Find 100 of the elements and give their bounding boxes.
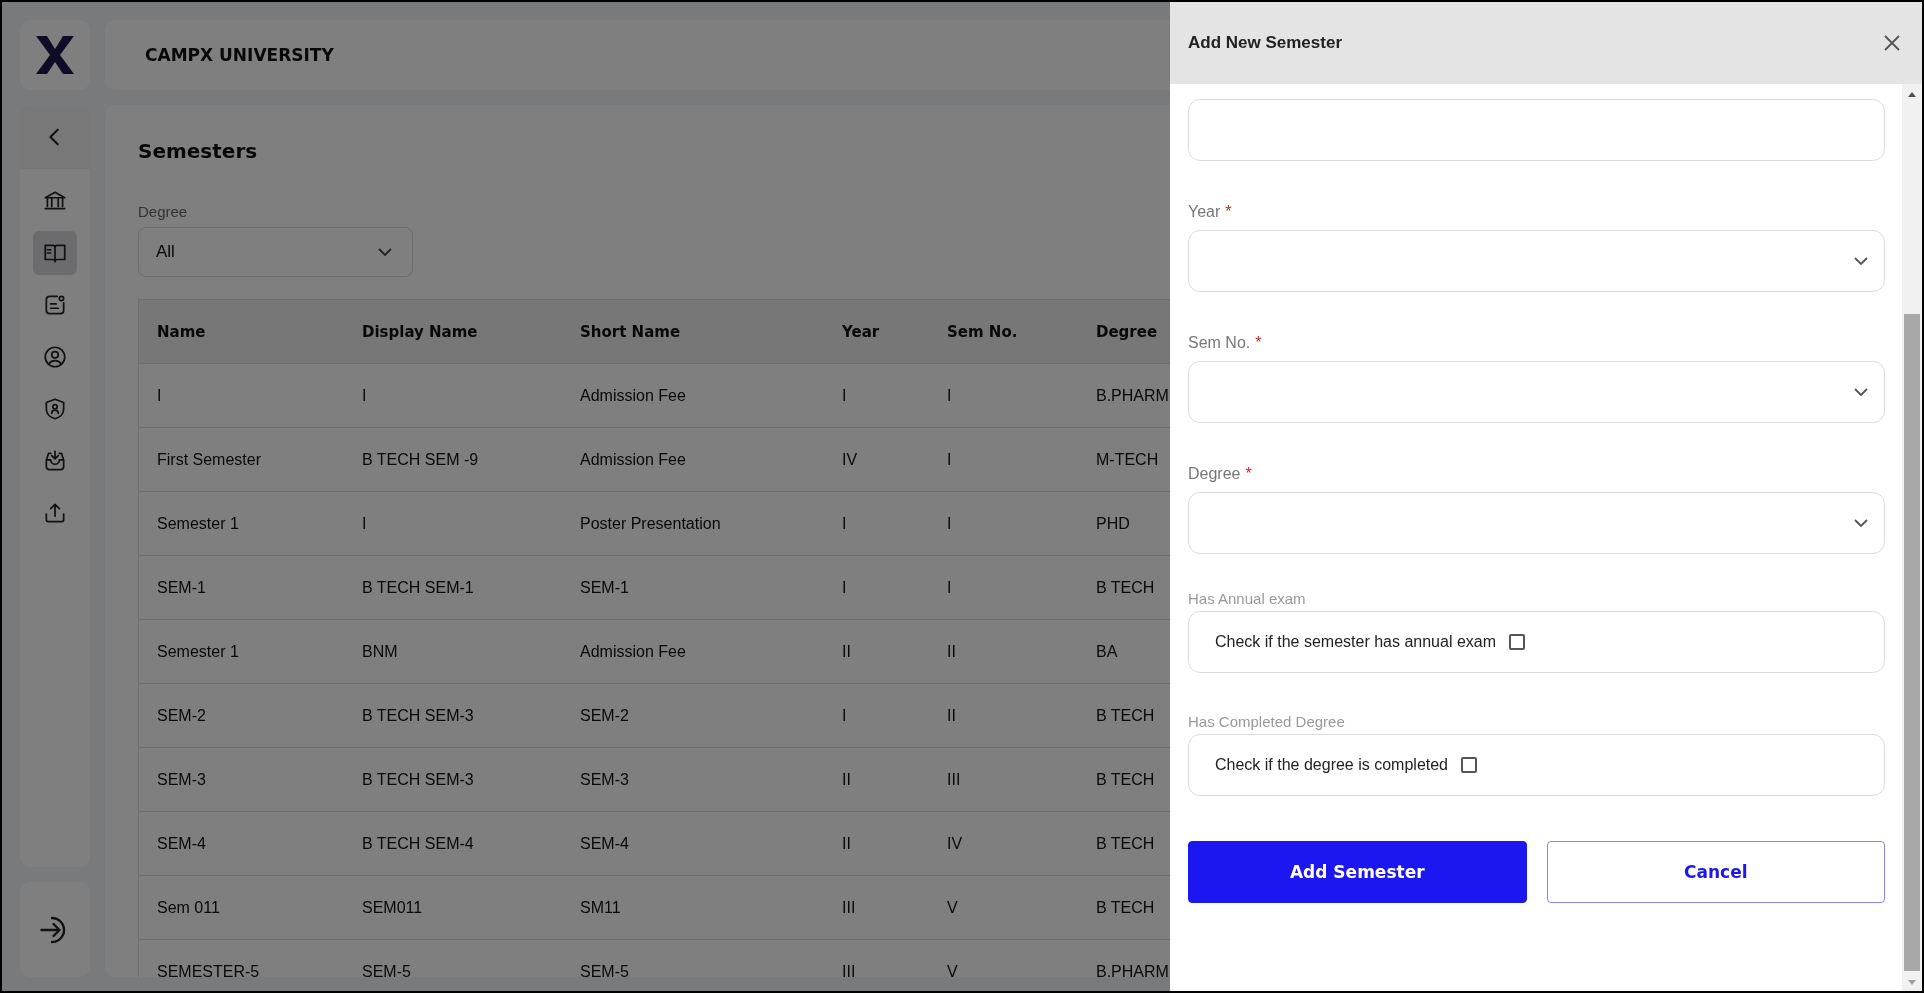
select-field[interactable] — [1188, 361, 1885, 423]
table-cell: II — [842, 770, 851, 789]
select-field[interactable] — [1188, 492, 1885, 554]
table-cell: SEMESTER-5 — [157, 962, 260, 977]
table-cell: SEM-3 — [157, 770, 206, 789]
table-cell: I — [362, 386, 367, 405]
checkbox-label: Check if the semester has annual exam — [1215, 633, 1497, 651]
table-cell: SEM-4 — [157, 834, 206, 853]
field-label: Degree — [1188, 465, 1241, 483]
column-header: Sem No. — [947, 322, 1018, 341]
shield-user-icon — [42, 396, 68, 422]
input-field[interactable] — [1188, 99, 1885, 161]
table-cell: SEM-2 — [580, 706, 629, 725]
chevron-down-icon — [1854, 387, 1868, 397]
table-cell: B TECH SEM-4 — [362, 834, 474, 853]
close-icon — [1884, 35, 1900, 51]
table-cell: I — [842, 578, 847, 597]
table-cell: I — [947, 578, 952, 597]
table-cell: Poster Presentation — [580, 514, 721, 533]
page-title: Semesters — [138, 139, 258, 163]
table-cell: IV — [842, 450, 858, 469]
table-cell: Admission Fee — [580, 386, 686, 405]
table-cell: PHD — [1096, 514, 1130, 533]
table-cell: BNM — [362, 642, 398, 661]
table-cell: II — [947, 642, 956, 661]
checkbox[interactable] — [1509, 634, 1526, 650]
table-cell: B TECH SEM-3 — [362, 706, 474, 725]
column-header: Year — [842, 322, 880, 341]
table-cell: I — [362, 514, 367, 533]
table-cell: SEM-1 — [580, 578, 629, 597]
table-cell: B TECH SEM-1 — [362, 578, 474, 597]
table-cell: I — [842, 514, 847, 533]
table-cell: B TECH — [1096, 706, 1155, 725]
cancel-button[interactable]: Cancel — [1546, 841, 1885, 903]
field-label: Year — [1188, 203, 1221, 221]
table-cell: II — [842, 834, 851, 853]
table-cell: BA — [1096, 642, 1118, 661]
column-header: Name — [157, 322, 206, 341]
chevron-down-icon — [1854, 518, 1868, 528]
table-cell: Admission Fee — [580, 450, 686, 469]
table-cell: B TECH SEM -9 — [362, 450, 479, 469]
filter-label: Degree — [138, 203, 188, 220]
submit-button[interactable]: Add Semester — [1188, 841, 1527, 903]
required-mark: * — [1245, 465, 1252, 483]
table-cell: Sem 011 — [157, 898, 220, 917]
inbox-download-icon — [42, 448, 68, 474]
column-header: Degree — [1096, 322, 1158, 341]
table-cell: B.PHARM — [1096, 386, 1169, 405]
table-cell: B TECH SEM-3 — [362, 770, 474, 789]
field-label: Has Completed Degree — [1188, 713, 1346, 730]
table-cell: M-TECH — [1096, 450, 1159, 469]
nav-item[interactable] — [33, 231, 77, 275]
table-cell: SEM-1 — [157, 578, 206, 597]
column-header: Short Name — [580, 322, 681, 341]
table-cell: III — [842, 898, 856, 917]
table-cell: II — [842, 642, 851, 661]
table-cell: III — [842, 962, 856, 977]
table-cell: SEM-5 — [362, 962, 411, 977]
field-label: Has Annual exam — [1188, 590, 1307, 607]
table-cell: B TECH — [1096, 578, 1155, 597]
table-cell: SEM011 — [362, 898, 423, 917]
note-icon — [42, 292, 68, 318]
required-mark: * — [1255, 334, 1262, 352]
chevron-down-icon — [1854, 256, 1868, 266]
table-cell: V — [947, 962, 958, 977]
table-cell: I — [947, 514, 952, 533]
table-cell: I — [842, 706, 847, 725]
user-circle-icon — [42, 344, 68, 370]
table-cell: I — [842, 386, 847, 405]
table-cell: III — [947, 770, 961, 789]
table-cell: First Semester — [157, 450, 261, 469]
table-cell: Semester 1 — [157, 514, 239, 533]
table-cell: Admission Fee — [580, 642, 686, 661]
table-cell: I — [947, 450, 952, 469]
checkbox-label: Check if the degree is completed — [1215, 756, 1448, 774]
table-cell: I — [157, 386, 162, 405]
scrollbar[interactable] — [1902, 84, 1922, 991]
table-cell: SM11 — [580, 898, 621, 917]
degree-select[interactable]: All — [138, 227, 413, 277]
table-cell: IV — [947, 834, 963, 853]
university-name: CAMPX UNIVERSITY — [145, 45, 334, 65]
table-cell: B TECH — [1096, 898, 1155, 917]
table-cell: B.PHARM — [1096, 962, 1169, 977]
required-mark: * — [1225, 203, 1232, 221]
table-cell: SEM-5 — [580, 962, 629, 977]
checkbox[interactable] — [1461, 757, 1477, 773]
table-cell: I — [947, 386, 952, 405]
drawer-title: Add New Semester — [1188, 33, 1342, 53]
table-cell: V — [947, 898, 958, 917]
table-cell: B TECH — [1096, 834, 1155, 853]
column-header: Display Name — [362, 322, 478, 341]
table-cell: II — [947, 706, 956, 725]
table-cell: SEM-2 — [157, 706, 206, 725]
table-cell: B TECH — [1096, 770, 1155, 789]
table-cell: SEM-4 — [580, 834, 629, 853]
table-cell: SEM-3 — [580, 770, 629, 789]
chevron-down-icon — [378, 247, 392, 257]
select-field[interactable] — [1188, 230, 1885, 292]
logo-icon — [34, 34, 76, 76]
table-cell: Semester 1 — [157, 642, 239, 661]
